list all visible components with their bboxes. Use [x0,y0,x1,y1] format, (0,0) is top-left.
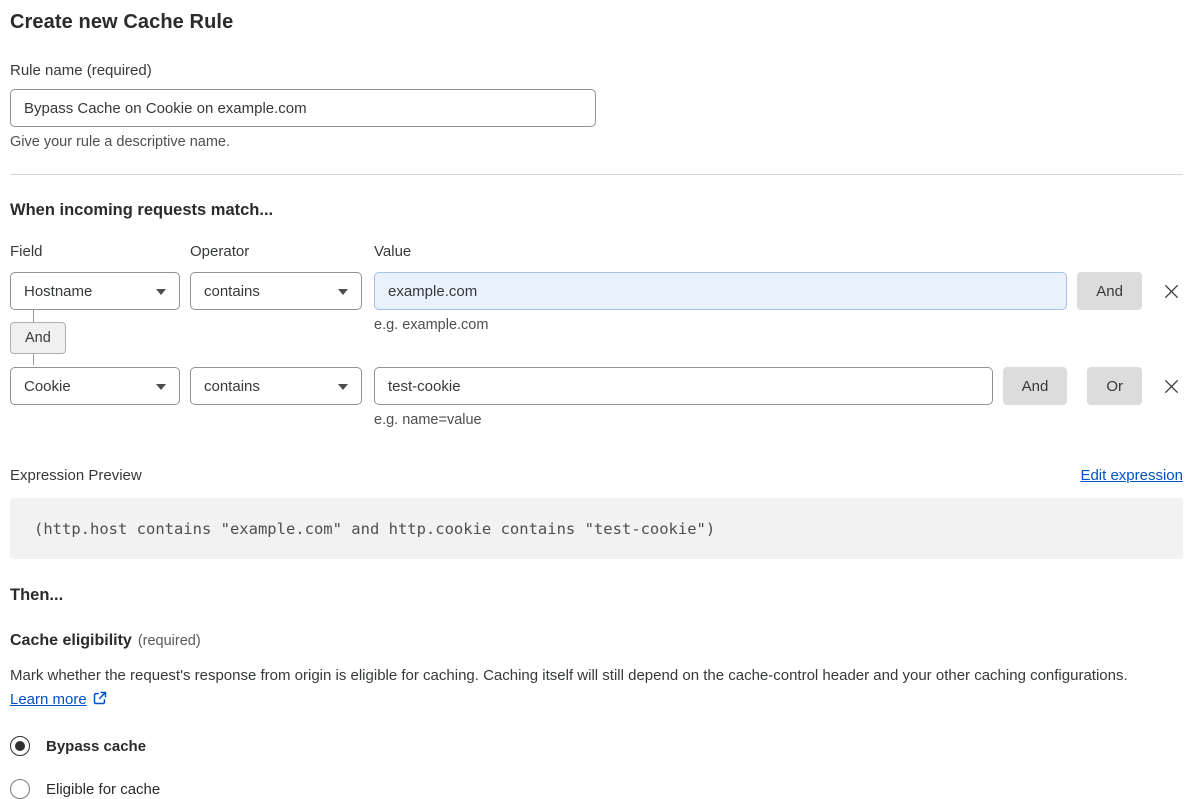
learn-more-link[interactable]: Learn more [10,691,87,708]
and-connector-chip[interactable]: And [10,322,66,354]
and-button-row1[interactable]: And [1077,272,1142,310]
field-column-label: Field [10,243,43,260]
radio-option-eligible-for-cache[interactable]: Eligible for cache [10,779,1183,799]
radio-label-bypass-cache: Bypass cache [46,737,147,755]
field-select-row1-value: Hostname [24,282,93,300]
expression-preview-label: Expression Preview [10,467,142,484]
match-column-labels: Field Operator Value [10,243,1183,260]
row2-footer: e.g. name=value [10,405,1183,467]
close-icon [1164,379,1178,393]
rule-name-helper: Give your rule a descriptive name. [10,134,231,150]
value-hint-row1: e.g. example.com [374,317,489,333]
close-icon [1164,284,1178,298]
value-input-row2[interactable] [374,367,993,405]
remove-row2-button[interactable] [1159,367,1183,405]
value-column-label: Value [374,243,412,260]
operator-select-row2[interactable]: contains [190,367,362,405]
chevron-down-icon [156,384,166,390]
operator-select-row1[interactable]: contains [190,272,362,310]
field-select-row2[interactable]: Cookie [10,367,180,405]
chevron-down-icon [156,289,166,295]
chevron-down-icon [338,289,348,295]
operator-select-row2-value: contains [204,377,260,395]
cache-eligibility-title: Cache eligibility [10,632,132,649]
match-section-heading: When incoming requests match... [10,201,274,219]
match-row-2: Cookie contains And Or [10,367,1183,405]
section-divider [10,174,1183,175]
value-input-row1[interactable] [374,272,1068,310]
rule-name-input[interactable] [10,89,596,127]
row1-footer: And e.g. example.com [10,310,1183,367]
cache-eligibility-description: Mark whether the request's response from… [10,664,1170,712]
page-title: Create new Cache Rule [10,11,234,33]
edit-expression-link[interactable]: Edit expression [1080,467,1183,484]
radio-unselected-icon[interactable] [10,779,30,799]
operator-select-row1-value: contains [204,282,260,300]
or-button-row2[interactable]: Or [1087,367,1142,405]
radio-option-bypass-cache[interactable]: Bypass cache [10,736,1183,756]
operator-column-label: Operator [190,243,250,260]
expression-preview-header: Expression Preview Edit expression [10,467,1183,484]
field-select-row2-value: Cookie [24,377,71,395]
radio-label-eligible-for-cache: Eligible for cache [46,780,161,798]
external-link-icon [93,691,106,705]
value-hint-row2: e.g. name=value [374,412,482,428]
field-select-row1[interactable]: Hostname [10,272,180,310]
then-heading: Then... [10,586,64,604]
chevron-down-icon [338,384,348,390]
cache-eligibility-heading: Cache eligibility (required) [10,632,1183,650]
description-text: Mark whether the request's response from… [10,667,1128,684]
rule-name-label: Rule name (required) [10,62,152,79]
match-row-1: Hostname contains And [10,272,1183,310]
expression-code: (http.host contains "example.com" and ht… [34,519,716,538]
expression-preview-box: (http.host contains "example.com" and ht… [10,498,1183,559]
and-button-row2[interactable]: And [1002,367,1068,405]
radio-selected-icon[interactable] [10,736,30,756]
remove-row1-button[interactable] [1159,272,1183,310]
required-note: (required) [137,633,201,649]
